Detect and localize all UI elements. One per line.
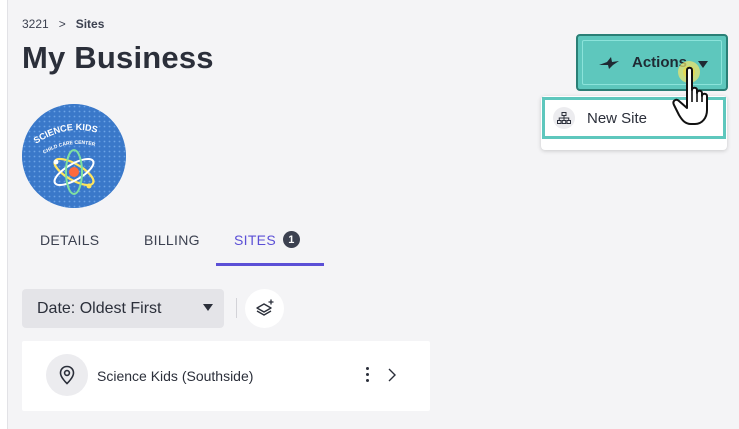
site-name: Science Kids (Southside) [97,368,254,384]
caret-down-icon [203,304,213,311]
breadcrumb-separator: > [58,17,66,31]
map-pin-icon [59,365,75,385]
tab-sites[interactable]: SITES 1 [216,231,324,266]
tab-billing-label: BILLING [144,232,200,248]
kebab-icon[interactable] [365,367,369,385]
sort-selected-value: Date: Oldest First [37,299,162,317]
site-list-item[interactable]: Science Kids (Southside) [22,341,430,411]
sort-select[interactable]: Date: Oldest First [22,289,224,328]
hand-pointer-icon [672,61,708,125]
tab-details[interactable]: DETAILS [22,232,126,266]
layers-plus-icon [255,299,273,316]
layers-button[interactable] [245,289,284,328]
tab-billing[interactable]: BILLING [126,232,216,266]
business-logo: SCIENCE KIDS CHILD CARE CENTER [22,104,126,208]
breadcrumb-current: Sites [75,17,105,31]
tab-sites-label: SITES [234,232,276,248]
toolbar-divider [236,298,237,318]
tab-bar: DETAILS BILLING SITES 1 [22,231,324,266]
page-title: My Business [22,40,214,75]
site-avatar [46,354,88,396]
bird-icon [599,56,619,69]
menu-item-label: New Site [587,109,648,127]
chevron-right-icon[interactable] [387,366,397,384]
sites-count-badge: 1 [282,231,300,248]
breadcrumb: 3221 > Sites [22,17,104,31]
app-canvas: 3221 > Sites My Business SCIENCE KIDS CH… [0,0,739,429]
tab-details-label: DETAILS [40,232,100,248]
breadcrumb-parent[interactable]: 3221 [22,17,49,31]
sitemap-icon [553,107,575,129]
